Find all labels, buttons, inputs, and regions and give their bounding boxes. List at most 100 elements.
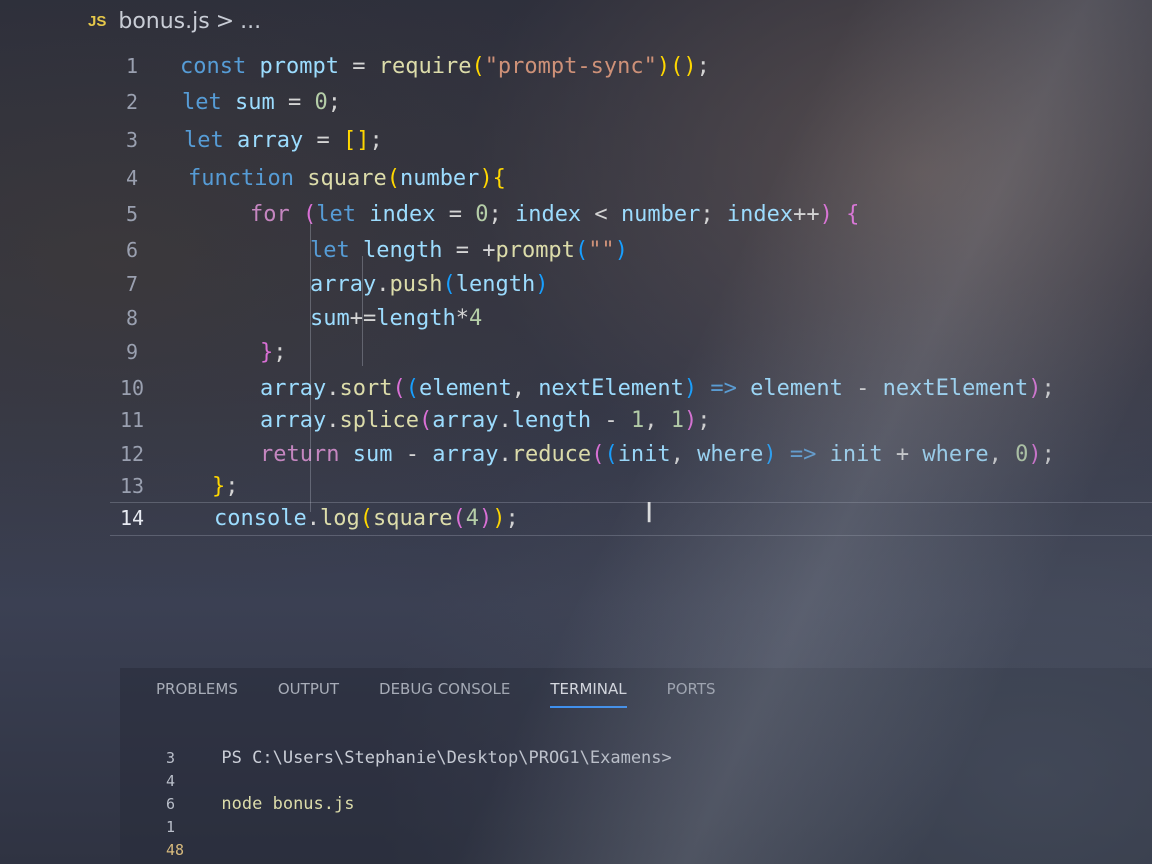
code-token: )	[535, 271, 549, 297]
terminal-input-line: 4	[166, 772, 176, 790]
code-token: .	[376, 271, 390, 297]
code-token: )	[478, 505, 493, 531]
code-text: let length = +prompt("")	[310, 238, 628, 263]
code-token: let	[182, 89, 235, 115]
code-token: 0	[1015, 441, 1029, 467]
code-token: const	[180, 53, 260, 79]
code-text: let array = [];	[184, 128, 383, 153]
breadcrumb-separator: >	[215, 8, 235, 34]
line-number: 11	[119, 408, 145, 432]
tab-problems[interactable]: PROBLEMS	[156, 680, 238, 708]
code-line[interactable]: 4 function square(number){	[100, 162, 506, 194]
code-token: +=	[349, 305, 377, 331]
code-token: (	[392, 375, 406, 401]
code-text: return sum - array.reduce((init, where) …	[260, 442, 1055, 467]
code-line[interactable]: 12 return sum - array.reduce((init, where…	[100, 438, 1055, 470]
tab-terminal[interactable]: TERMINAL	[550, 680, 627, 708]
code-line[interactable]: 1 const prompt = require("prompt-sync")()…	[100, 50, 710, 82]
code-token: =>	[776, 441, 830, 467]
code-line[interactable]: 7 array.push(length)	[100, 268, 548, 300]
code-token: ,	[670, 441, 698, 467]
terminal[interactable]: PS C:\Users\Stephanie\Desktop\PROG1\Exam…	[160, 724, 672, 862]
code-token: )	[656, 53, 671, 79]
code-token: {	[846, 201, 860, 227]
code-token: )	[1028, 441, 1042, 467]
tab-debug-console[interactable]: DEBUG CONSOLE	[379, 680, 510, 708]
code-line[interactable]: 10 array.sort((element, nextElement) => e…	[100, 372, 1055, 404]
code-token: )	[683, 375, 698, 401]
code-text: function square(number){	[188, 166, 506, 191]
code-token: ;	[488, 201, 515, 227]
breadcrumb-file[interactable]: bonus.js	[118, 9, 209, 34]
code-line[interactable]: 9};	[100, 336, 287, 368]
code-token: function	[188, 165, 308, 191]
panel-tabs: PROBLEMS OUTPUT DEBUG CONSOLE TERMINAL PORTS	[156, 680, 756, 708]
code-token: index	[369, 201, 436, 227]
line-number: 10	[119, 376, 145, 400]
code-token: 4	[465, 505, 479, 531]
tab-ports[interactable]: PORTS	[667, 680, 716, 708]
code-token: (	[442, 271, 456, 297]
text-cursor-icon: I	[645, 496, 654, 529]
code-token: -	[842, 375, 883, 401]
code-token: console	[214, 505, 307, 531]
code-line[interactable]: 6 let length = +prompt("")	[100, 234, 628, 266]
code-token: )	[763, 441, 777, 467]
code-token: splice	[339, 407, 419, 433]
code-editor[interactable]: 1 const prompt = require("prompt-sync")()…	[100, 46, 1140, 546]
code-token: ;	[697, 407, 711, 433]
code-token: "prompt-sync"	[484, 53, 657, 79]
code-token: }	[260, 339, 274, 365]
line-number: 13	[119, 474, 145, 498]
code-token: ;	[225, 473, 239, 499]
code-token: (	[418, 407, 433, 433]
breadcrumb-symbols[interactable]: ...	[240, 9, 261, 34]
code-token: ;	[505, 505, 519, 531]
tab-output[interactable]: OUTPUT	[278, 680, 339, 708]
line-number: 2	[125, 90, 139, 114]
code-token: square	[307, 165, 387, 191]
code-token: index	[514, 201, 582, 227]
code-token: ;	[1041, 375, 1055, 401]
code-line[interactable]: 11 array.splice(array.length - 1, 1);	[100, 404, 710, 436]
code-token: init	[829, 441, 883, 467]
js-file-icon: JS	[88, 12, 107, 30]
code-token: index	[726, 201, 794, 227]
breadcrumb[interactable]: JS bonus.js > ...	[88, 6, 261, 36]
line-number: 8	[125, 306, 139, 330]
code-line[interactable]: 2 let sum = 0;	[100, 86, 341, 118]
code-line[interactable]: 5 for (let index = 0; index < number; ind…	[100, 198, 859, 230]
code-line[interactable]: 8 sum+=length*4	[100, 302, 482, 334]
code-token: =	[435, 201, 476, 227]
code-token: 0	[314, 89, 328, 115]
line-number: 6	[125, 238, 139, 262]
code-token: reduce	[511, 441, 592, 467]
code-token: nextElement	[538, 375, 684, 401]
code-token: init	[617, 441, 671, 467]
code-line[interactable]: 13};	[100, 470, 239, 502]
code-token: = +	[442, 237, 496, 263]
code-token: nextElement	[882, 375, 1029, 401]
code-token: sum	[352, 441, 393, 467]
code-token: (	[359, 505, 373, 531]
indent-guide	[362, 256, 363, 366]
code-line[interactable]: 3 let array = [];	[100, 124, 383, 156]
code-token: array	[310, 271, 377, 297]
code-token: square	[372, 505, 453, 531]
code-token: .	[498, 441, 512, 467]
terminal-input-line: 1	[166, 818, 176, 836]
code-token: .	[498, 407, 512, 433]
code-token: +	[882, 441, 923, 467]
code-token: log	[319, 505, 360, 531]
code-token: 1	[630, 407, 645, 433]
line-number: 12	[119, 442, 145, 466]
code-token: =	[303, 127, 343, 153]
code-token: return	[260, 441, 353, 467]
line-number: 5	[125, 202, 139, 226]
terminal-command-line: PS C:\Users\Stephanie\Desktop\PROG1\Exam…	[160, 724, 671, 814]
code-text: array.push(length)	[310, 272, 548, 297]
code-token: *	[455, 305, 469, 331]
code-token: ;	[696, 53, 710, 79]
code-token: length	[362, 237, 443, 263]
code-token: ){	[479, 165, 506, 191]
